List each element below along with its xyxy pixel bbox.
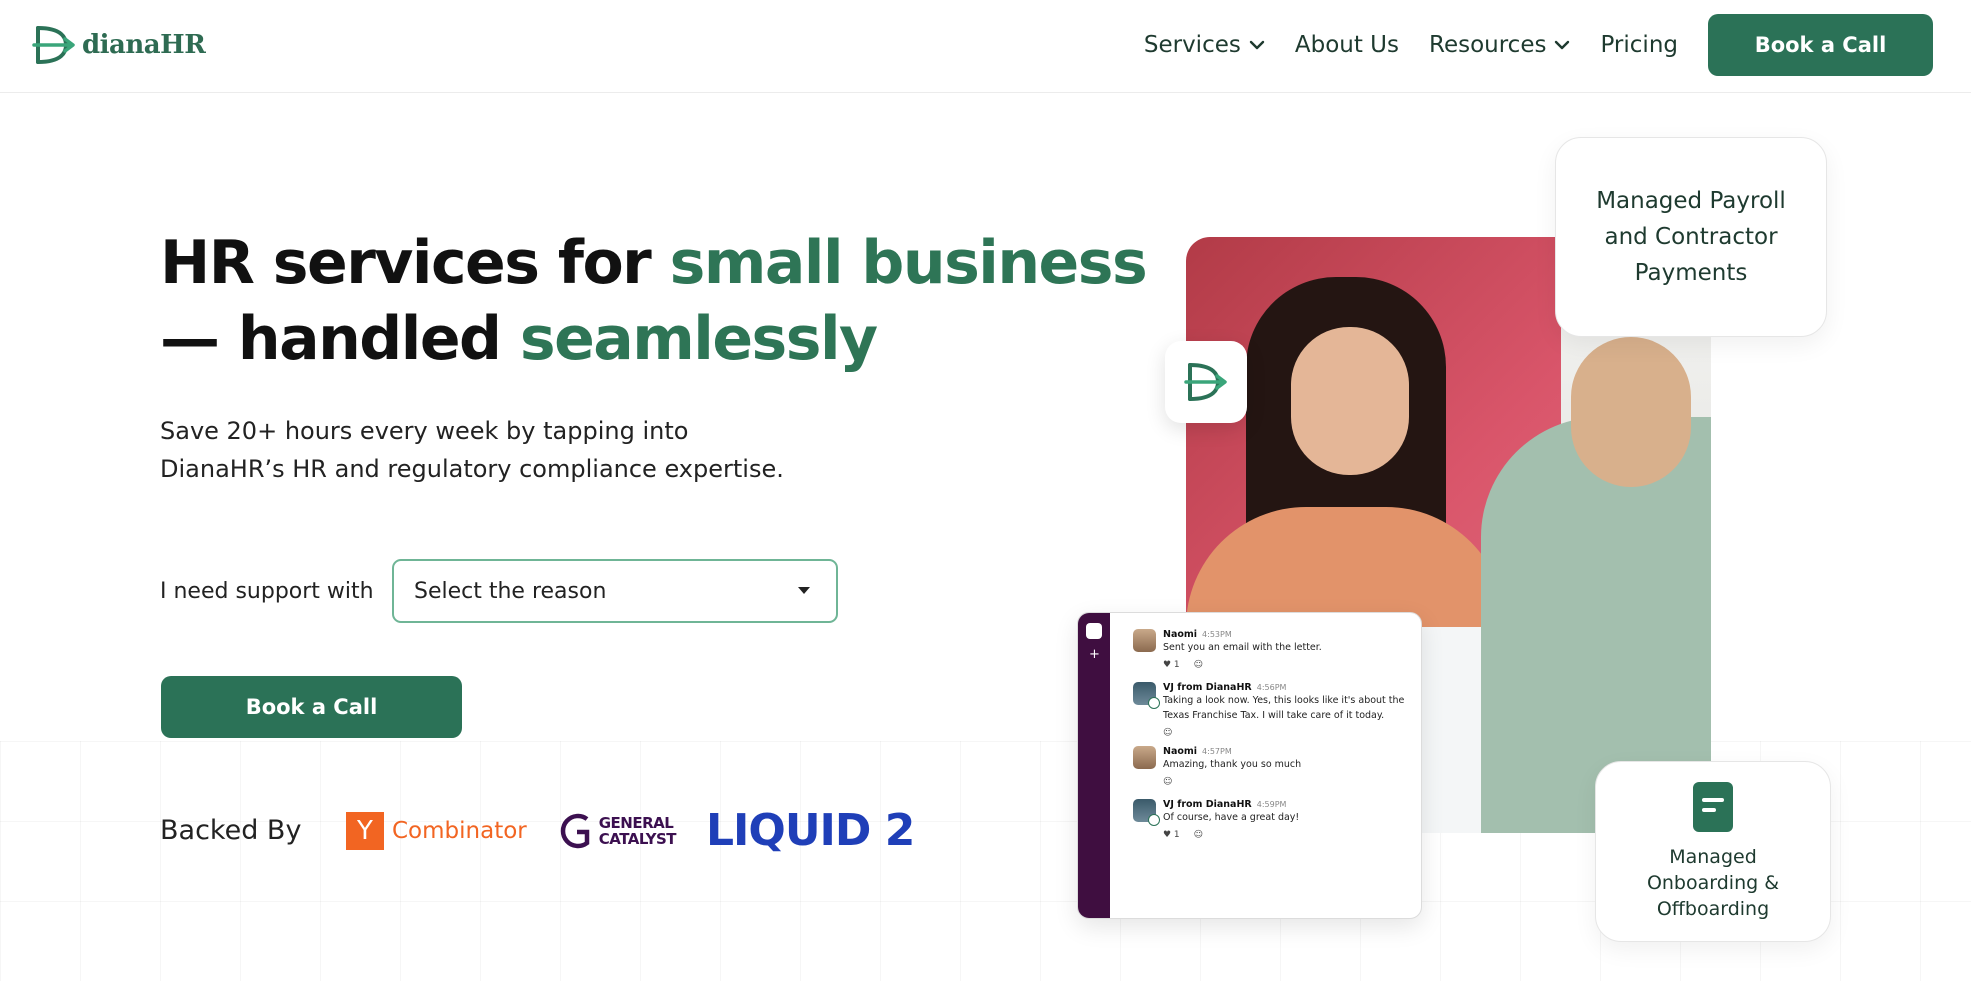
- add-reaction-icon: ☺: [1193, 830, 1204, 840]
- chat-message: VJ from DianaHR 4:59PM Of course, have a …: [1133, 799, 1411, 840]
- onboarding-card-line3: Offboarding: [1656, 897, 1770, 920]
- chat-message: Naomi 4:57PM Amazing, thank you so much ☺: [1133, 746, 1411, 787]
- nav-services[interactable]: Services: [1144, 32, 1265, 58]
- chat-message: Naomi 4:53PM Sent you an email with the l…: [1133, 629, 1411, 670]
- add-reaction-icon: ☺: [1163, 777, 1173, 787]
- nav-about-us[interactable]: About Us: [1295, 32, 1399, 58]
- backed-by: Backed By Y Combinator GENERAL CATALYST …: [160, 805, 915, 856]
- hero-subtitle-line2: DianaHR’s HR and regulatory compliance e…: [160, 455, 784, 483]
- avatar: [1133, 799, 1160, 826]
- backed-by-label: Backed By: [160, 815, 302, 846]
- message-reactions: ☺: [1163, 777, 1301, 787]
- support-row: I need support with Select the reason: [160, 559, 838, 623]
- hero-title: HR services for small business — handled…: [160, 225, 1148, 377]
- chevron-down-icon: [1555, 40, 1570, 50]
- hero-title-highlight2: seamlessly: [519, 304, 878, 374]
- avatar: [1133, 629, 1156, 652]
- support-label: I need support with: [160, 578, 374, 604]
- chat-messages: Naomi 4:53PM Sent you an email with the l…: [1133, 629, 1411, 840]
- hero-title-part2: — handled: [160, 304, 520, 374]
- caret-down-icon: [798, 587, 810, 594]
- gc-line2: CATALYST: [598, 829, 677, 848]
- hero-title-part1: HR services for: [160, 228, 670, 298]
- message-time: 4:59PM: [1256, 800, 1287, 809]
- message-text: Of course, have a great day!: [1163, 812, 1300, 823]
- nav-resources[interactable]: Resources: [1429, 32, 1570, 58]
- message-reactions: ☺: [1163, 728, 1404, 738]
- reason-select[interactable]: Select the reason: [392, 559, 838, 623]
- add-reaction-icon: ☺: [1163, 728, 1173, 738]
- message-author: Naomi: [1163, 629, 1198, 640]
- avatar: [1133, 682, 1160, 709]
- chat-message: VJ from DianaHR 4:56PM Taking a look now.…: [1133, 682, 1411, 738]
- onboarding-card: Managed Onboarding & Offboarding: [1595, 761, 1831, 942]
- workspace-icon: [1086, 623, 1102, 639]
- nav-pricing-label: Pricing: [1600, 32, 1678, 58]
- message-text: Amazing, thank you so much: [1163, 759, 1302, 770]
- payroll-card-line3: Payments: [1634, 260, 1748, 286]
- heart-reaction: ♥ 1: [1163, 830, 1180, 840]
- yc-mark: Y: [346, 811, 384, 850]
- header-book-call-button[interactable]: Book a Call: [1708, 14, 1933, 76]
- chevron-down-icon: [1249, 40, 1265, 50]
- message-reactions: ♥ 1 ☺: [1163, 660, 1322, 670]
- hero-subtitle: Save 20+ hours every week by tapping int…: [160, 412, 860, 488]
- reason-select-value: Select the reason: [414, 578, 607, 604]
- message-time: 4:56PM: [1256, 683, 1287, 692]
- logo-text: dianaHR: [82, 30, 206, 60]
- chat-sidebar: +: [1078, 613, 1110, 918]
- y-combinator-logo: Y Combinator: [346, 811, 527, 850]
- payroll-card-line2: and Contractor: [1604, 224, 1778, 250]
- general-catalyst-logo: GENERAL CATALYST: [557, 811, 677, 851]
- message-reactions: ♥ 1 ☺: [1163, 830, 1299, 840]
- hero-title-highlight1: small business: [669, 228, 1148, 298]
- message-text: Texas Franchise Tax. I will take care of…: [1163, 710, 1385, 721]
- message-time: 4:53PM: [1202, 630, 1232, 639]
- chat-preview: + Naomi 4:53PM Sent you an email with the…: [1077, 612, 1422, 919]
- onboarding-card-line2: Onboarding &: [1646, 871, 1780, 894]
- general-catalyst-mark-icon: [560, 813, 589, 848]
- hero-subtitle-line1: Save 20+ hours every week by tapping int…: [160, 417, 689, 445]
- plus-icon: +: [1089, 647, 1100, 662]
- message-text: Taking a look now. Yes, this looks like …: [1163, 695, 1405, 706]
- diana-arrow-logo-icon: [32, 26, 75, 64]
- yc-text: Combinator: [392, 817, 527, 844]
- onboarding-card-line1: Managed: [1669, 845, 1757, 868]
- add-reaction-icon: ☺: [1193, 660, 1204, 670]
- payroll-card: Managed Payroll and Contractor Payments: [1555, 137, 1827, 337]
- nav-services-label: Services: [1143, 32, 1241, 58]
- site-header: dianaHR Services About Us Resources Pric…: [0, 0, 1971, 93]
- avatar: [1133, 746, 1156, 769]
- logo[interactable]: dianaHR: [32, 24, 206, 66]
- message-time: 4:57PM: [1202, 747, 1232, 756]
- document-icon: [1693, 781, 1733, 832]
- message-author: VJ from DianaHR: [1163, 682, 1252, 693]
- heart-reaction: ♥ 1: [1163, 660, 1180, 670]
- gc-line1: GENERAL: [598, 813, 674, 832]
- nav-pricing[interactable]: Pricing: [1600, 32, 1678, 58]
- payroll-card-line1: Managed Payroll: [1596, 188, 1786, 214]
- message-author: VJ from DianaHR: [1163, 799, 1252, 810]
- logo-badge: [1165, 341, 1247, 423]
- diana-arrow-logo-icon: [1184, 363, 1227, 401]
- message-author: Naomi: [1163, 746, 1198, 757]
- nav-resources-label: Resources: [1429, 32, 1547, 58]
- message-text: Sent you an email with the letter.: [1163, 642, 1322, 653]
- nav-about-us-label: About Us: [1294, 32, 1399, 58]
- main-nav: Services About Us Resources Pricing Book…: [1144, 14, 1933, 76]
- hero-book-call-button[interactable]: Book a Call: [161, 676, 462, 738]
- liquid-2-logo: LIQUID 2: [706, 805, 915, 856]
